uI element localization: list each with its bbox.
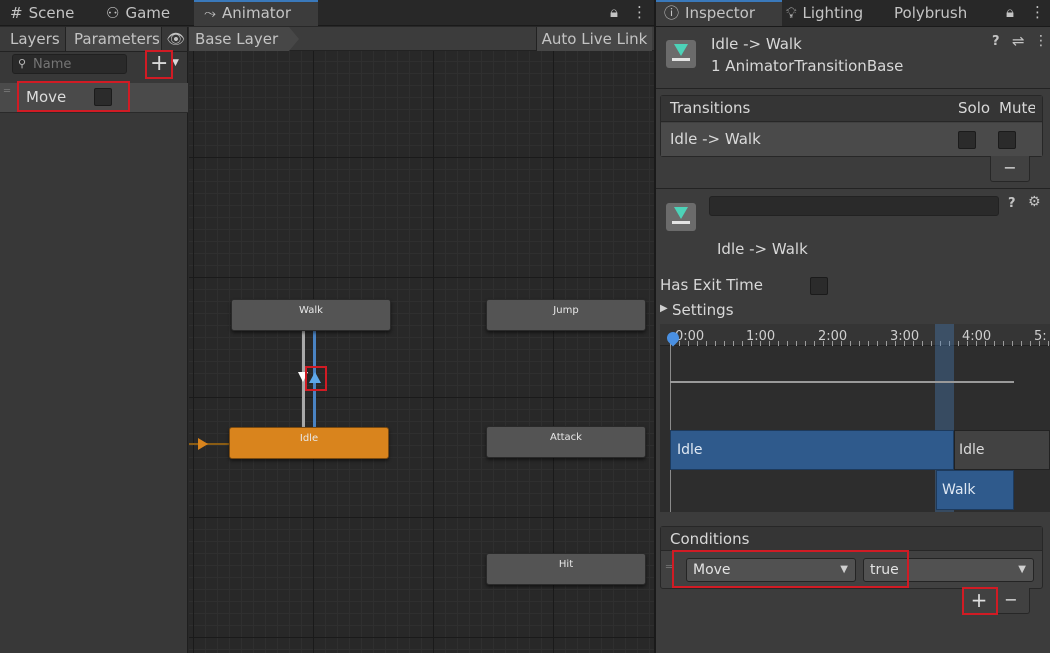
settings-foldout-arrow-icon[interactable]: ▶ (660, 303, 668, 314)
remove-transition-button[interactable]: − (990, 156, 1030, 182)
highlight-transition (305, 366, 327, 391)
transition-asset-icon-bar (672, 58, 690, 61)
tab-animator-label: Animator (222, 4, 291, 22)
timeline-left-border (670, 346, 671, 512)
inspector-subtitle: 1 AnimatorTransitionBase (711, 57, 904, 75)
tab-inspector[interactable]: ⓘ Inspector (656, 0, 782, 26)
parameters-panel (0, 27, 188, 653)
tab-bar (0, 0, 654, 26)
chevron-down-icon: ▼ (1018, 564, 1026, 575)
transition-asset-icon (666, 40, 696, 68)
transition-timeline[interactable]: 0:00 1:00 2:00 3:00 4:00 5: Idle Idle Wa… (660, 324, 1050, 512)
transition-row[interactable]: Idle -> Walk (661, 123, 1042, 156)
highlight-add-parameter (145, 50, 173, 79)
transition-detail-icon-bar (672, 221, 690, 224)
entry-transition-line (189, 443, 229, 445)
state-jump[interactable]: Jump (486, 299, 646, 331)
tab-game[interactable]: ⚇ Game (106, 0, 170, 26)
detail-settings-gear-icon[interactable]: ⚙ (1028, 194, 1041, 210)
auto-live-link-button[interactable]: Auto Live Link (536, 27, 652, 51)
detail-help-icon[interactable]: ? (1008, 196, 1016, 211)
tab-game-label: Game (125, 4, 171, 22)
transition-asset-icon-arrow (674, 44, 688, 56)
header-more-icon[interactable]: ⋮ (1034, 33, 1048, 49)
conditions-header: Conditions (670, 530, 750, 548)
timeline-minor-ticks (670, 341, 1050, 346)
chevron-down-icon: ▼ (172, 58, 179, 68)
drag-handle-icon[interactable]: ═ (4, 86, 10, 97)
has-exit-time-label: Has Exit Time (660, 276, 763, 294)
search-field[interactable]: ⚲ (12, 54, 127, 74)
mute-header: Mute (999, 99, 1035, 117)
tab-scene-label: Scene (28, 4, 75, 22)
solo-header: Solo (958, 99, 991, 117)
tab-parameters[interactable]: Parameters (66, 27, 162, 51)
state-attack[interactable]: Attack (486, 426, 646, 458)
transition-label: Idle -> Walk (717, 240, 808, 258)
timeline-dest-clip[interactable]: Walk (936, 470, 1014, 510)
state-hit[interactable]: Hit (486, 553, 646, 585)
entry-arrow-icon (198, 438, 208, 450)
state-walk[interactable]: Walk (231, 299, 391, 331)
transition-row-label: Idle -> Walk (670, 130, 761, 148)
timeline-source-label-2: Idle (959, 442, 985, 458)
inspector-title: Idle -> Walk (711, 35, 802, 53)
search-input[interactable] (33, 56, 123, 72)
more-menu-icon[interactable]: ⋮ (632, 3, 647, 21)
animator-icon: ⤳ (204, 4, 217, 22)
transition-detail-icon-arrow (674, 207, 688, 219)
tab-animator[interactable]: ⤳ Animator (194, 0, 318, 26)
tab-layers[interactable]: Layers (0, 27, 66, 51)
info-icon: ⓘ (664, 4, 680, 22)
tab-lighting-label: Lighting (802, 4, 864, 22)
solo-checkbox[interactable] (958, 131, 976, 149)
search-icon: ⚲ (18, 57, 27, 70)
state-idle[interactable]: Idle (229, 427, 389, 459)
timeline-source-label: Idle (677, 442, 703, 458)
section-divider (656, 188, 1050, 189)
grid-icon: # (10, 4, 23, 22)
lock-icon[interactable]: 🔒︎ (610, 3, 618, 21)
help-icon[interactable]: ? (992, 34, 1000, 49)
has-exit-time-checkbox[interactable] (810, 277, 828, 295)
tab-polybrush-label: Polybrush (894, 4, 968, 22)
transition-name-field[interactable] (709, 196, 999, 216)
transitions-header: Transitions (670, 99, 751, 117)
gamepad-icon: ⚇ (106, 4, 120, 22)
settings-foldout-label[interactable]: Settings (672, 301, 734, 319)
transition-detail-icon (666, 203, 696, 231)
breadcrumb[interactable]: Base Layer (189, 27, 289, 51)
bulb-icon: 💡︎ (786, 4, 797, 22)
breadcrumb-arrow (289, 27, 299, 51)
timeline-dest-label: Walk (942, 482, 976, 498)
eye-icon[interactable]: 👁︎ (164, 27, 188, 51)
timeline-source-clip-2[interactable]: Idle (954, 430, 1050, 470)
highlight-parameter-row (17, 81, 130, 112)
tab-lighting[interactable]: 💡︎ Lighting (786, 0, 863, 26)
highlight-condition (672, 550, 909, 588)
timeline-source-clip[interactable]: Idle (670, 430, 954, 470)
tab-polybrush[interactable]: Polybrush (894, 0, 967, 26)
highlight-add-condition (962, 587, 998, 615)
timeline-curve-line (670, 381, 1014, 383)
inspector-more-menu-icon[interactable]: ⋮ (1030, 3, 1045, 21)
tab-inspector-label: Inspector (685, 4, 755, 22)
tab-scene[interactable]: # Scene (10, 0, 74, 26)
inspector-lock-icon[interactable]: 🔒︎ (1006, 3, 1014, 21)
presets-icon[interactable]: ⇌ (1012, 32, 1025, 50)
remove-condition-button[interactable]: − (996, 588, 1026, 612)
header-divider (656, 88, 1050, 89)
mute-checkbox[interactable] (998, 131, 1016, 149)
